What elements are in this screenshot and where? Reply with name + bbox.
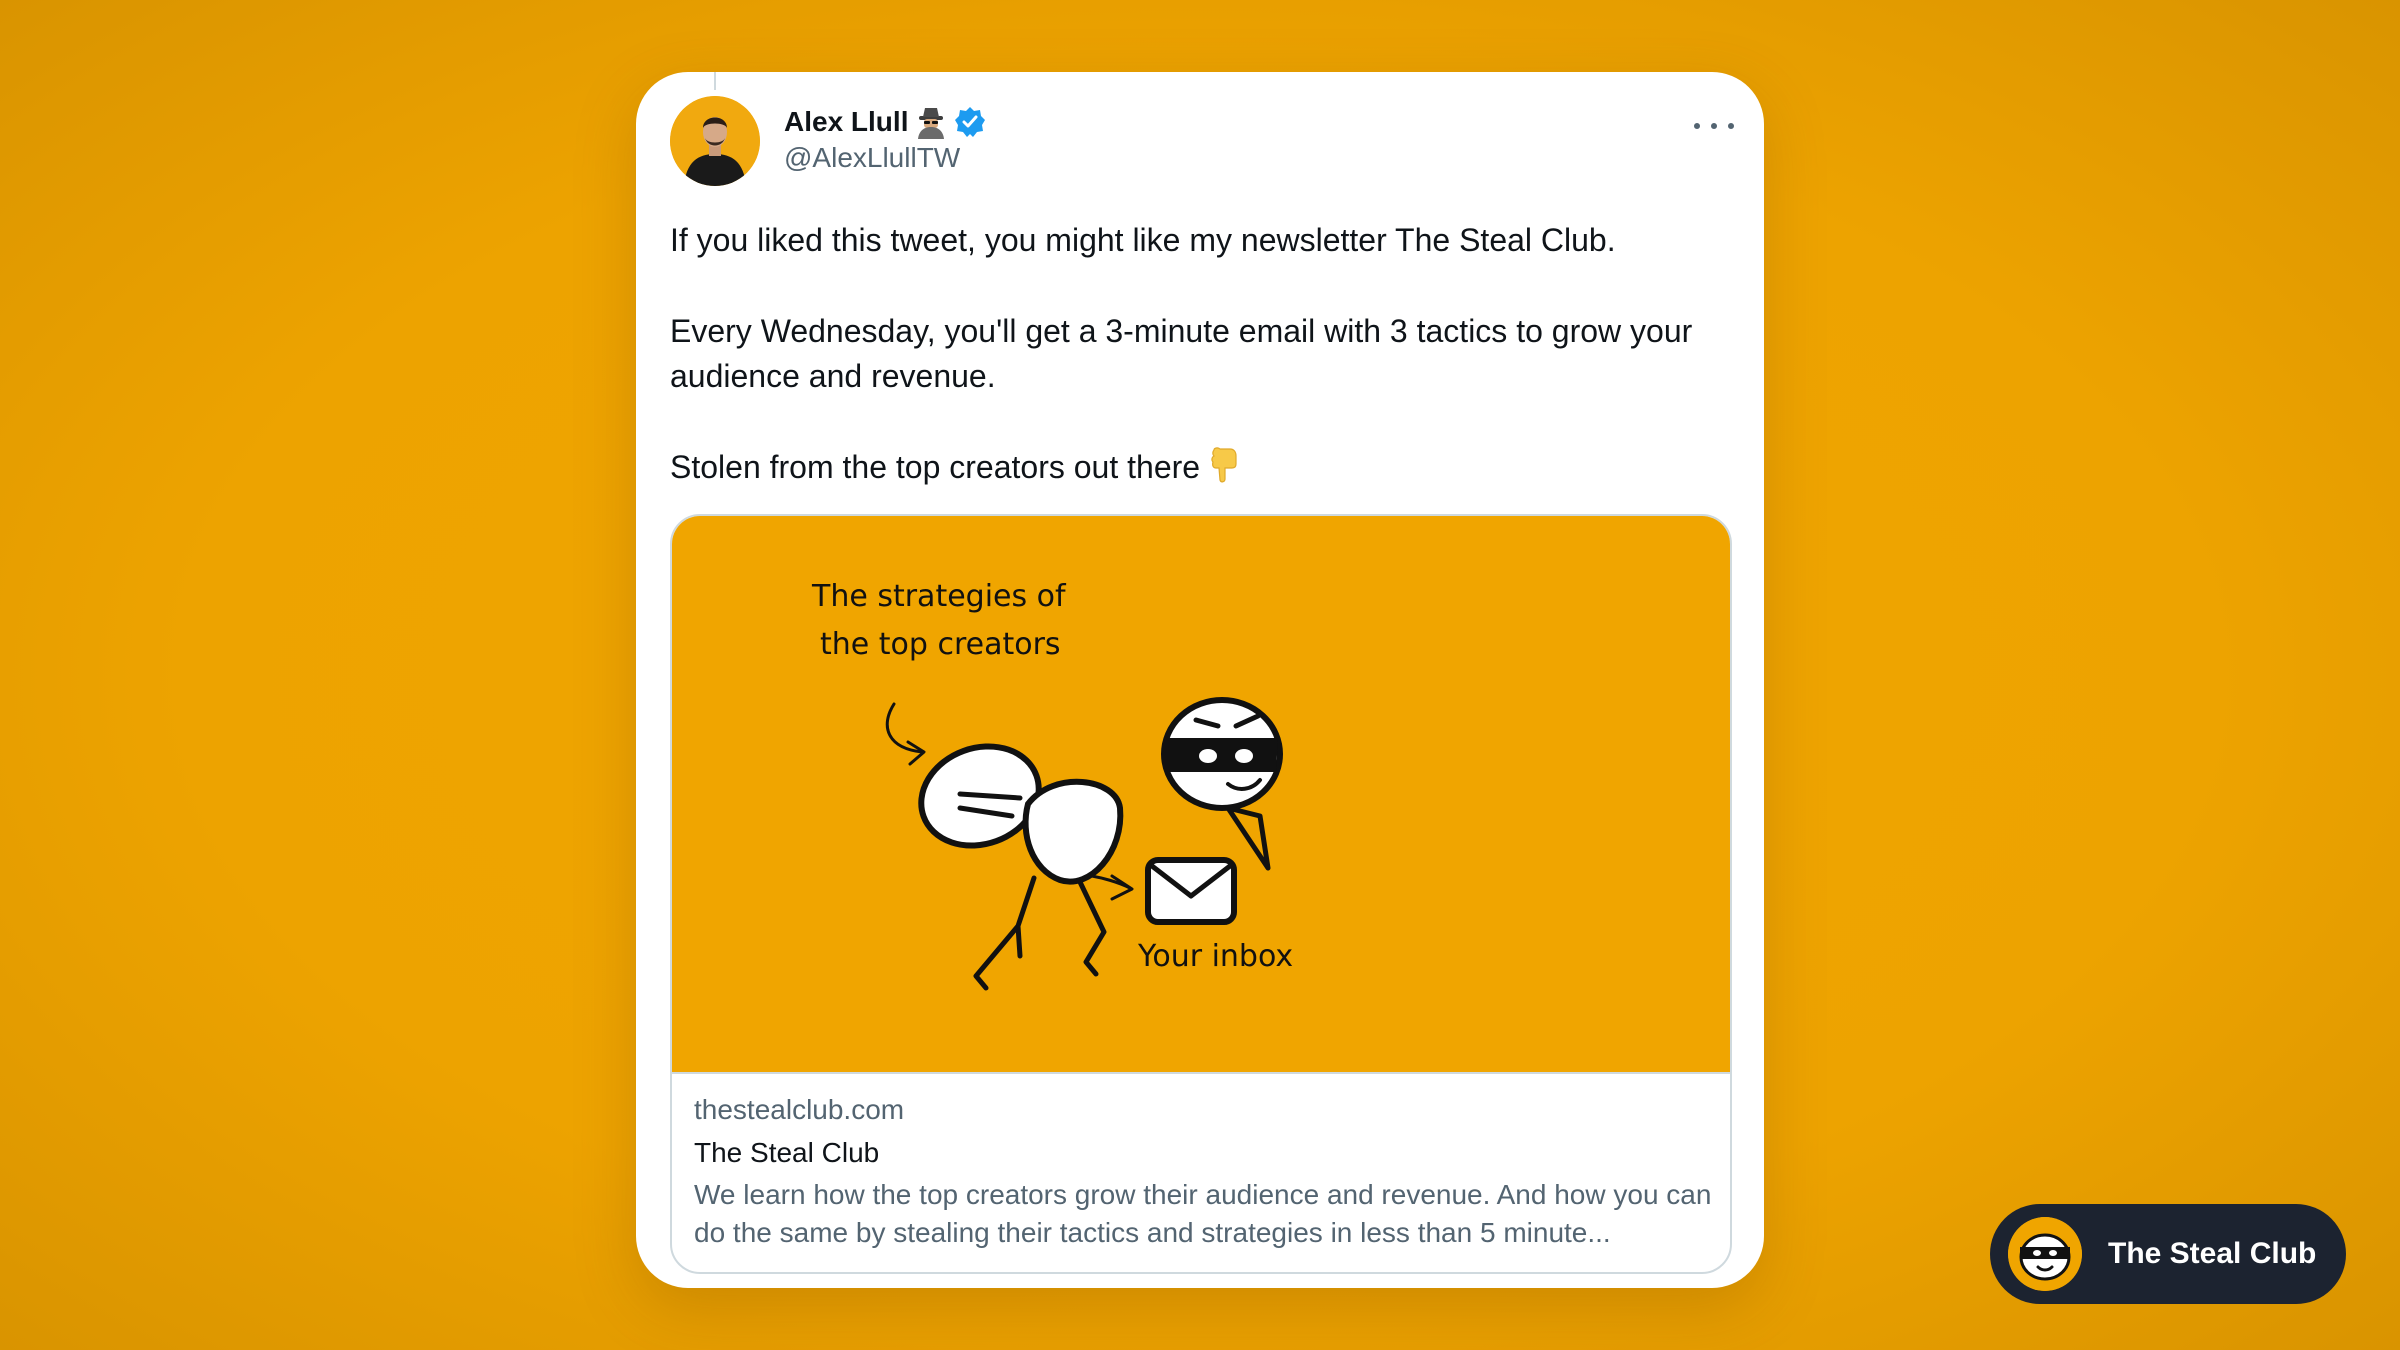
thread-line	[714, 72, 716, 90]
link-domain[interactable]: thestealclub.com	[694, 1090, 1714, 1130]
badge-label: The Steal Club	[2108, 1237, 2317, 1270]
more-options-icon[interactable]	[1694, 116, 1734, 136]
tweet-text: If you liked this tweet, you might like …	[670, 218, 1730, 490]
caption-top-line1: The strategies of	[811, 579, 1067, 614]
tweet-paragraph-3: Stolen from the top creators out there	[670, 445, 1730, 490]
caption-bottom: Your inbox	[1137, 939, 1293, 974]
link-title[interactable]: The Steal Club	[694, 1132, 1714, 1174]
caption-top-line2: the top creators	[820, 627, 1061, 662]
thief-illustration: The strategies of the top creators Your …	[811, 579, 1293, 991]
steal-club-badge[interactable]: The Steal Club	[1990, 1204, 2346, 1304]
author-avatar[interactable]	[670, 96, 760, 186]
author-handle[interactable]: @AlexLlullTW	[784, 142, 960, 174]
tweet-paragraph-1: If you liked this tweet, you might like …	[670, 222, 1616, 258]
tweet-card: Alex Llull @AlexLlullTW If you liked thi…	[636, 72, 1764, 1288]
link-preview-card[interactable]: The strategies of the top creators Your …	[670, 514, 1732, 1274]
link-preview-image: The strategies of the top creators Your …	[672, 516, 1730, 1074]
link-preview-meta: thestealclub.com The Steal Club We learn…	[694, 1090, 1714, 1252]
spy-emoji-icon	[918, 108, 945, 139]
avatar-person-icon	[670, 96, 760, 186]
envelope-icon	[1145, 857, 1237, 925]
author-name[interactable]: Alex Llull	[784, 106, 908, 138]
author-name-row: Alex Llull	[784, 102, 986, 142]
tweet-paragraph-2: Every Wednesday, you'll get a 3-minute e…	[670, 313, 1693, 394]
link-description: We learn how the top creators grow their…	[694, 1179, 1712, 1248]
thief-logo-icon	[2008, 1217, 2082, 1291]
pointing-down-emoji-icon	[1211, 447, 1237, 483]
tweet-paragraph-3-text: Stolen from the top creators out there	[670, 449, 1201, 485]
verified-badge-icon	[955, 107, 986, 137]
